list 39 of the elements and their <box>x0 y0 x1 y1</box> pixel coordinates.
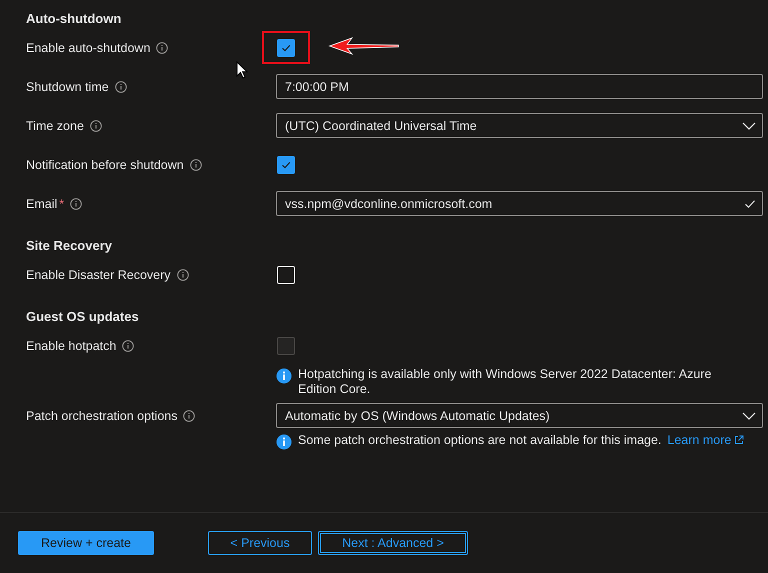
info-icon <box>276 368 292 384</box>
info-message: Hotpatching is available only with Windows Server 2022 Datacenter: Azure Edition Core. <box>298 367 712 397</box>
required-asterisk: * <box>59 197 64 211</box>
info-icon[interactable] <box>156 42 168 54</box>
info-icon[interactable] <box>183 410 196 422</box>
field-label: Email <box>26 197 58 211</box>
field-label: Shutdown time <box>26 80 109 94</box>
dropdown[interactable]: Automatic by OS (Windows Automatic Updates) <box>276 403 763 428</box>
checkbox[interactable] <box>277 38 295 56</box>
mouse-pointer-icon <box>236 61 248 79</box>
footer-button[interactable]: Review + create <box>18 531 154 555</box>
checkbox[interactable] <box>277 156 295 174</box>
info-icon[interactable] <box>90 120 102 132</box>
info-icon[interactable] <box>190 159 202 171</box>
chevron-down-icon <box>742 412 756 420</box>
info-icon <box>276 434 292 450</box>
text-field[interactable]: vss.npm@vdconline.onmicrosoft.com <box>276 191 763 216</box>
section-heading: Site Recovery <box>26 238 113 253</box>
info-icon[interactable] <box>114 81 127 93</box>
field-label: Patch orchestration options <box>26 409 178 423</box>
field-label: Notification before shutdown <box>26 158 184 172</box>
footer-button[interactable]: Next : Advanced > <box>318 531 468 555</box>
info-icon[interactable] <box>70 198 82 210</box>
field-label: Enable auto-shutdown <box>26 41 150 55</box>
field-label: Enable hotpatch <box>26 339 116 353</box>
learn-more-link[interactable]: Learn more <box>667 433 732 448</box>
text-field[interactable]: 7:00:00 PM <box>276 74 763 99</box>
annotation-arrow <box>328 35 400 57</box>
info-icon[interactable] <box>176 269 189 281</box>
footer-button[interactable]: < Previous <box>208 531 312 555</box>
field-label: Enable Disaster Recovery <box>26 268 171 282</box>
dropdown[interactable]: (UTC) Coordinated Universal Time <box>276 113 763 138</box>
field-label: Time zone <box>26 119 84 133</box>
chevron-down-icon <box>742 122 756 130</box>
info-icon[interactable] <box>122 340 134 352</box>
section-heading: Auto-shutdown <box>26 11 122 26</box>
info-message: Some patch orchestration options are not available for this image. <box>298 433 662 448</box>
section-heading: Guest OS updates <box>26 309 140 324</box>
external-link-icon <box>734 435 744 445</box>
